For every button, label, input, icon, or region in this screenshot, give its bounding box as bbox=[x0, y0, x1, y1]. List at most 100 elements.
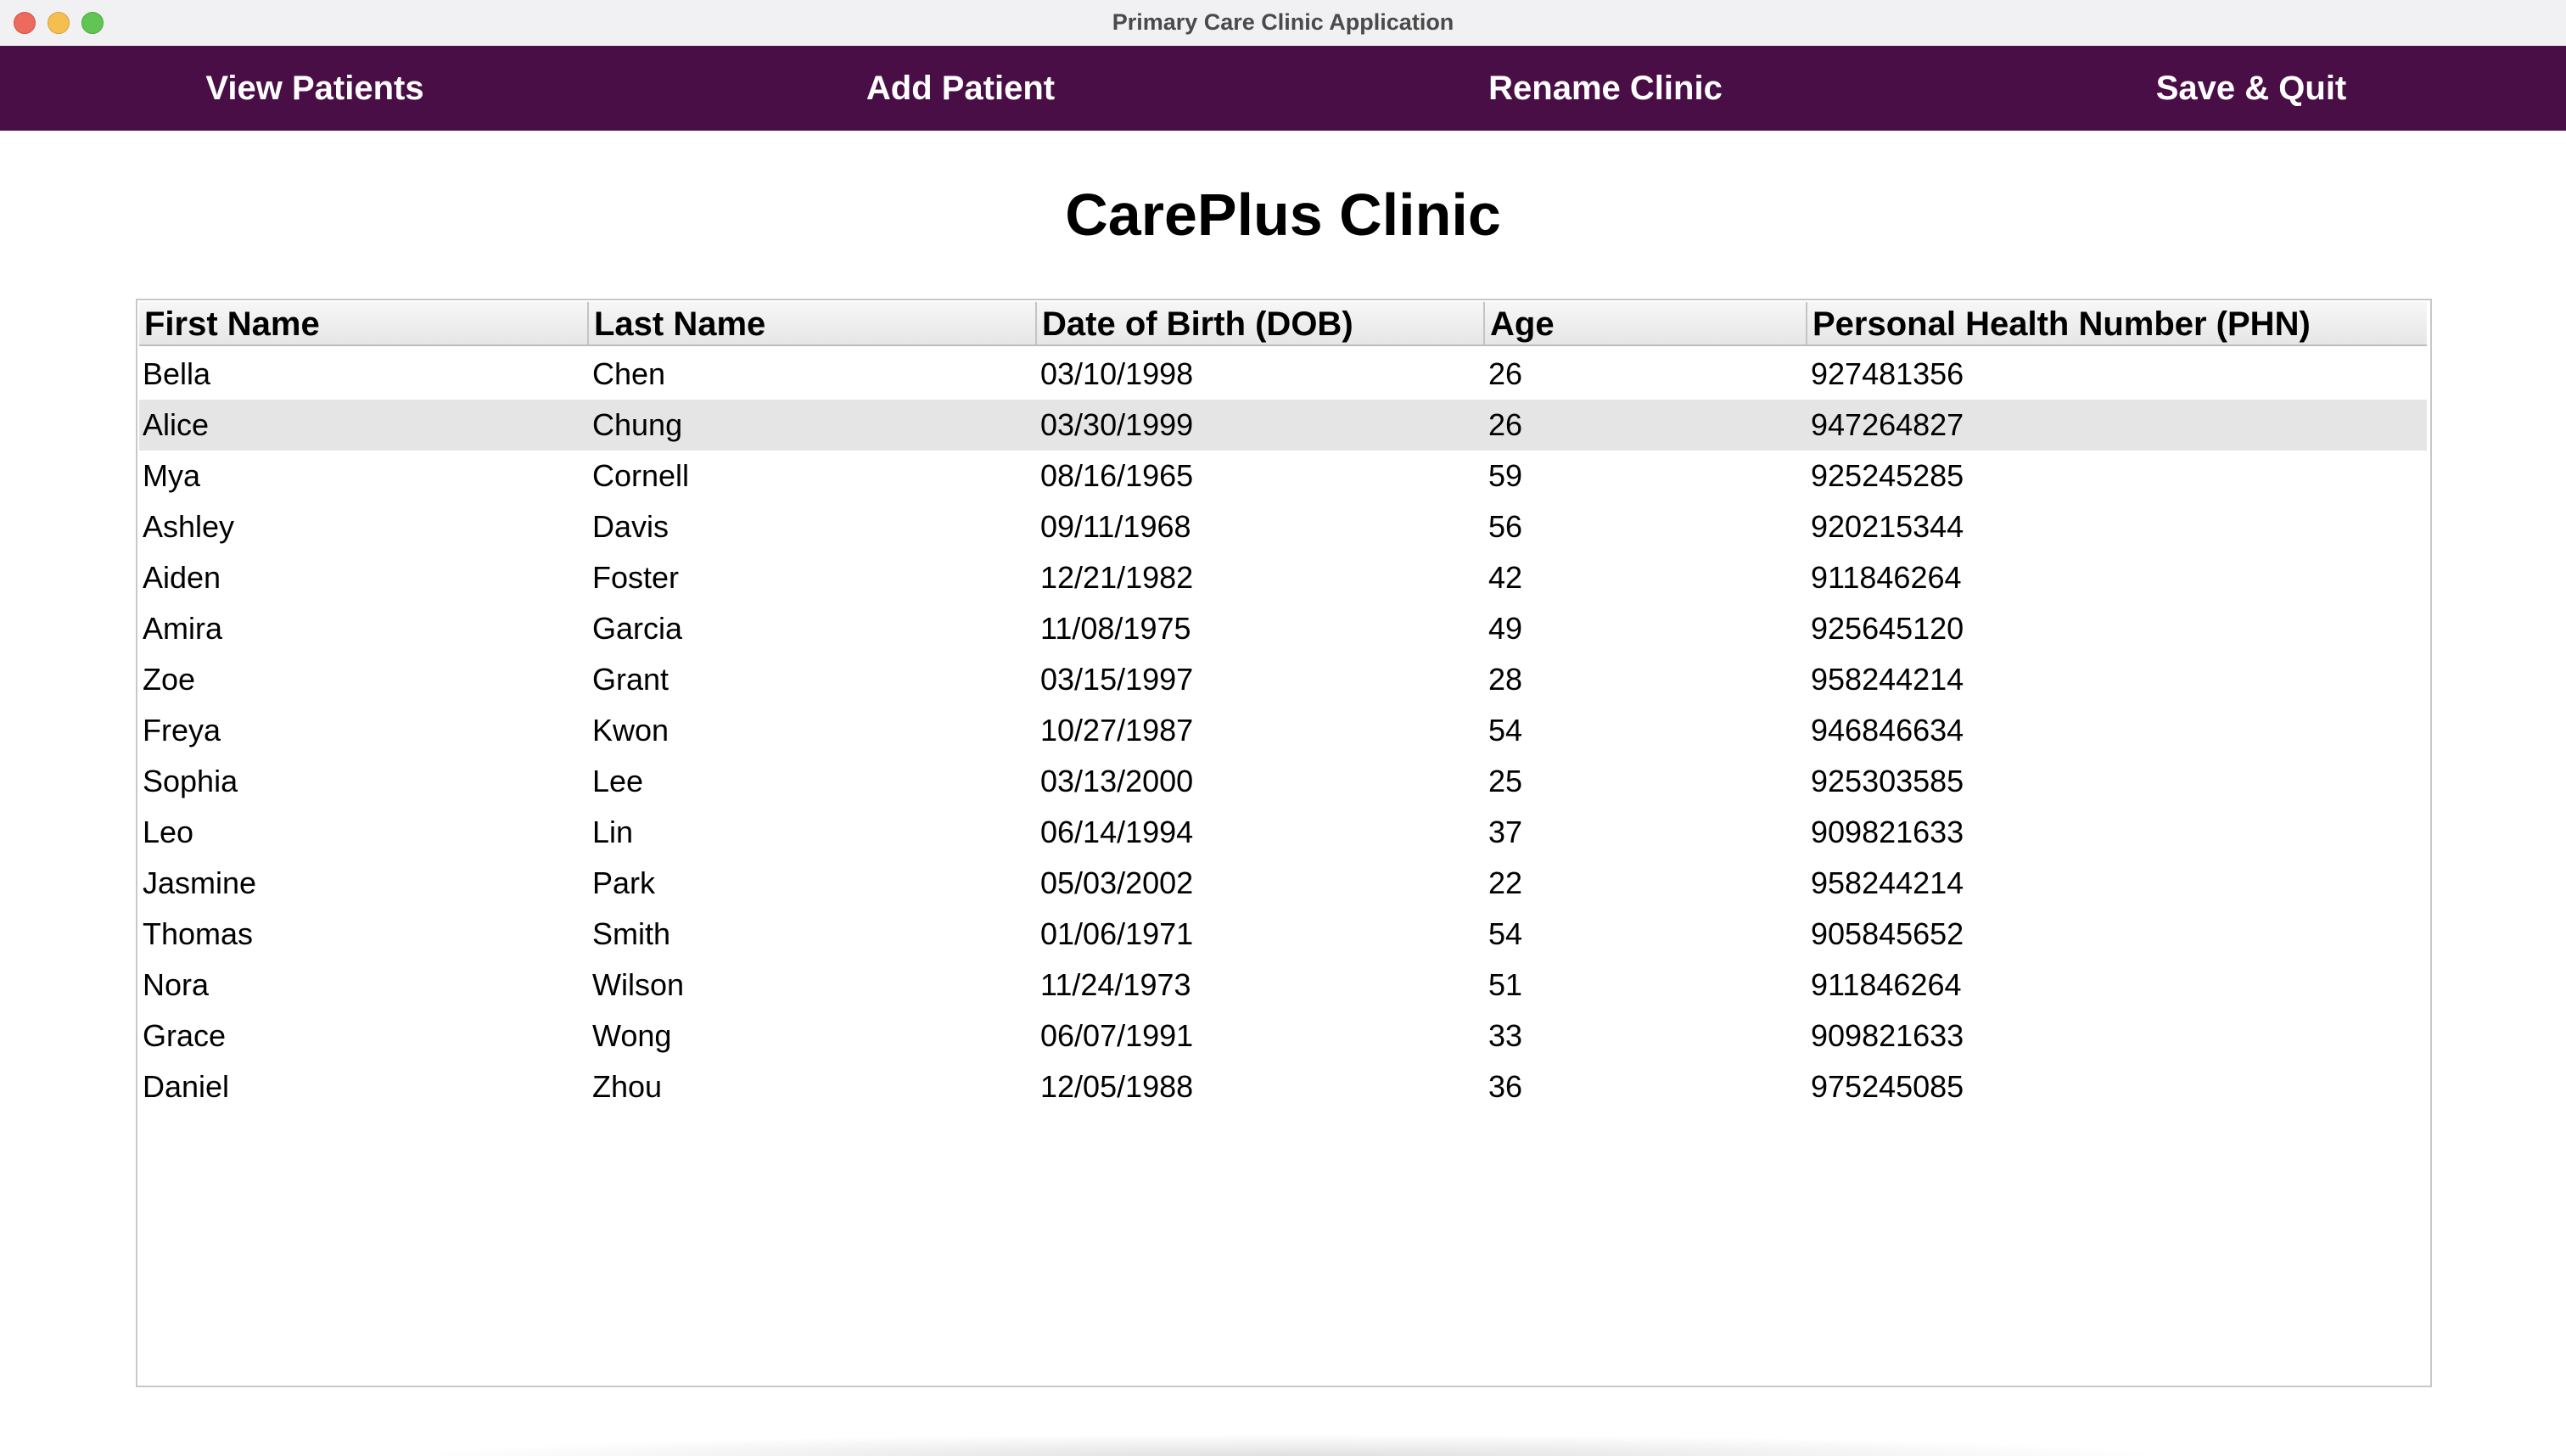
dob-cell: 03/13/2000 bbox=[1040, 764, 1194, 798]
age-cell: 33 bbox=[1488, 1018, 1523, 1053]
table-row[interactable]: Freya Kwon 10/27/1987 54 946846634 bbox=[139, 705, 2427, 756]
last-name-cell: Chung bbox=[592, 407, 683, 442]
dob-cell: 12/05/1988 bbox=[1040, 1069, 1194, 1104]
first-name-cell: Jasmine bbox=[143, 865, 257, 900]
phn-cell: 927481356 bbox=[1811, 356, 1964, 391]
window-title: Primary Care Clinic Application bbox=[1112, 9, 1454, 35]
first-name-cell: Leo bbox=[143, 815, 194, 849]
age-cell: 51 bbox=[1488, 967, 1523, 1002]
phn-cell: 920215344 bbox=[1811, 509, 1964, 544]
phn-cell: 909821633 bbox=[1811, 1018, 1964, 1053]
age-cell: 26 bbox=[1488, 356, 1523, 391]
age-cell: 22 bbox=[1488, 865, 1523, 900]
table-row[interactable]: Daniel Zhou 12/05/1988 36 975245085 bbox=[139, 1061, 2427, 1112]
table-row[interactable]: Ashley Davis 09/11/1968 56 920215344 bbox=[139, 501, 2427, 552]
phn-cell: 911846264 bbox=[1811, 967, 1962, 1002]
table-row[interactable]: Nora Wilson 11/24/1973 51 911846264 bbox=[139, 960, 2427, 1011]
first-name-cell: Nora bbox=[143, 967, 210, 1002]
last-name-cell: Wong bbox=[592, 1018, 672, 1053]
first-name-cell: Bella bbox=[143, 356, 211, 391]
last-name-cell: Wilson bbox=[592, 967, 685, 1002]
age-cell: 42 bbox=[1488, 560, 1523, 595]
dob-cell: 06/14/1994 bbox=[1040, 815, 1194, 849]
dob-cell: 05/03/2002 bbox=[1040, 865, 1194, 900]
table-row[interactable]: Mya Cornell 08/16/1965 59 925245285 bbox=[139, 451, 2427, 501]
first-name-cell: Grace bbox=[143, 1018, 227, 1053]
table-row[interactable]: Aiden Foster 12/21/1982 42 911846264 bbox=[139, 552, 2427, 603]
dob-cell: 08/16/1965 bbox=[1040, 458, 1194, 493]
first-name-cell: Mya bbox=[143, 458, 201, 493]
age-cell: 36 bbox=[1488, 1069, 1523, 1104]
phn-cell: 911846264 bbox=[1811, 560, 1962, 595]
first-name-cell: Amira bbox=[143, 611, 223, 646]
last-name-cell: Davis bbox=[592, 509, 670, 544]
dob-cell: 03/15/1997 bbox=[1040, 662, 1194, 697]
table-row[interactable]: Bella Chen 03/10/1998 26 927481356 bbox=[139, 349, 2427, 400]
age-cell: 26 bbox=[1488, 407, 1523, 442]
age-cell: 25 bbox=[1488, 764, 1523, 798]
age-cell: 54 bbox=[1488, 713, 1523, 748]
table-row[interactable]: Leo Lin 06/14/1994 37 909821633 bbox=[139, 807, 2427, 858]
phn-cell: 946846634 bbox=[1811, 713, 1964, 748]
dob-cell: 11/24/1973 bbox=[1040, 967, 1191, 1002]
last-name-cell: Lee bbox=[592, 764, 644, 798]
first-name-cell: Ashley bbox=[143, 509, 235, 544]
phn-cell: 958244214 bbox=[1811, 662, 1964, 697]
column-header-dob[interactable]: Date of Birth (DOB) bbox=[1037, 302, 1485, 344]
first-name-cell: Sophia bbox=[143, 764, 238, 798]
last-name-cell: Kwon bbox=[592, 713, 670, 748]
last-name-cell: Cornell bbox=[592, 458, 690, 493]
column-header-first-name[interactable]: First Name bbox=[139, 302, 589, 344]
phn-cell: 947264827 bbox=[1811, 407, 1964, 442]
dob-cell: 01/06/1971 bbox=[1040, 916, 1194, 951]
clinic-name-title: CarePlus Clinic bbox=[1065, 182, 1501, 248]
table-row[interactable]: Jasmine Park 05/03/2002 22 958244214 bbox=[139, 858, 2427, 909]
last-name-cell: Smith bbox=[592, 916, 671, 951]
dob-cell: 11/08/1975 bbox=[1040, 611, 1191, 646]
age-cell: 49 bbox=[1488, 611, 1523, 646]
dob-cell: 09/11/1968 bbox=[1040, 509, 1191, 544]
phn-cell: 925245285 bbox=[1811, 458, 1964, 493]
last-name-cell: Grant bbox=[592, 662, 670, 697]
first-name-cell: Freya bbox=[143, 713, 221, 748]
last-name-cell: Park bbox=[592, 865, 656, 900]
last-name-cell: Foster bbox=[592, 560, 680, 595]
add-patient-button[interactable]: Add Patient bbox=[706, 46, 1215, 131]
first-name-cell: Aiden bbox=[143, 560, 221, 595]
dob-cell: 12/21/1982 bbox=[1040, 560, 1194, 595]
table-row[interactable]: Amira Garcia 11/08/1975 49 925645120 bbox=[139, 603, 2427, 654]
view-patients-button[interactable]: View Patients bbox=[60, 46, 569, 131]
first-name-cell: Daniel bbox=[143, 1069, 230, 1104]
table-row[interactable]: Sophia Lee 03/13/2000 25 925303585 bbox=[139, 756, 2427, 807]
phn-cell: 909821633 bbox=[1811, 815, 1964, 849]
phn-cell: 925645120 bbox=[1811, 611, 1964, 646]
table-row[interactable]: Grace Wong 06/07/1991 33 909821633 bbox=[139, 1011, 2427, 1061]
table-row[interactable]: Zoe Grant 03/15/1997 28 958244214 bbox=[139, 654, 2427, 705]
first-name-cell: Alice bbox=[143, 407, 210, 442]
phn-cell: 925303585 bbox=[1811, 764, 1964, 798]
age-cell: 37 bbox=[1488, 815, 1523, 849]
dob-cell: 10/27/1987 bbox=[1040, 713, 1194, 748]
last-name-cell: Garcia bbox=[592, 611, 683, 646]
last-name-cell: Zhou bbox=[592, 1069, 663, 1104]
age-cell: 28 bbox=[1488, 662, 1523, 697]
dob-cell: 03/10/1998 bbox=[1040, 356, 1194, 391]
first-name-cell: Zoe bbox=[143, 662, 196, 697]
phn-cell: 905845652 bbox=[1811, 916, 1964, 951]
first-name-cell: Thomas bbox=[143, 916, 254, 951]
phn-cell: 958244214 bbox=[1811, 865, 1964, 900]
column-header-last-name[interactable]: Last Name bbox=[589, 302, 1037, 344]
top-nav-bar: View Patients Add Patient Rename Clinic … bbox=[0, 46, 2566, 131]
save-quit-button[interactable]: Save & Quit bbox=[1997, 46, 2506, 131]
column-header-phn[interactable]: Personal Health Number (PHN) bbox=[1807, 302, 2427, 344]
last-name-cell: Chen bbox=[592, 356, 666, 391]
table-row[interactable]: Thomas Smith 01/06/1971 54 905845652 bbox=[139, 909, 2427, 960]
table-row[interactable]: Alice Chung 03/30/1999 26 947264827 bbox=[139, 400, 2427, 451]
age-cell: 59 bbox=[1488, 458, 1523, 493]
dob-cell: 06/07/1991 bbox=[1040, 1018, 1194, 1053]
column-header-age[interactable]: Age bbox=[1485, 302, 1807, 344]
rename-clinic-button[interactable]: Rename Clinic bbox=[1351, 46, 1860, 131]
patients-table: First Name Last Name Date of Birth (DOB)… bbox=[136, 299, 2432, 1387]
window-bottom-shadow bbox=[407, 1434, 2172, 1456]
last-name-cell: Lin bbox=[592, 815, 634, 849]
